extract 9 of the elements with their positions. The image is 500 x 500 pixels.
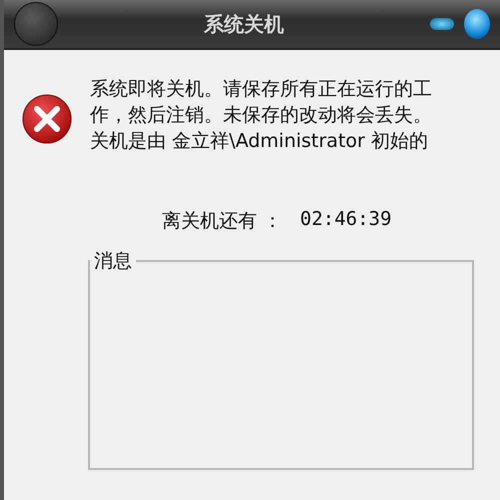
countdown-label: 离关机还有 ： <box>162 209 282 234</box>
countdown-time: 02:46:39 <box>300 208 392 232</box>
message-text: 关机是由 金立祥\Administrator 初始的 <box>90 129 428 154</box>
error-icon <box>22 94 72 144</box>
message-text: 作，然后注销。未保存的改动将会丢失。 <box>90 103 432 128</box>
message-text: 系统即将关机。请保存所有正在运行的工 <box>90 77 432 102</box>
group-label: 消息 <box>93 249 133 274</box>
window-title: 系统关机 <box>202 10 285 38</box>
minimize-button[interactable] <box>430 18 454 30</box>
